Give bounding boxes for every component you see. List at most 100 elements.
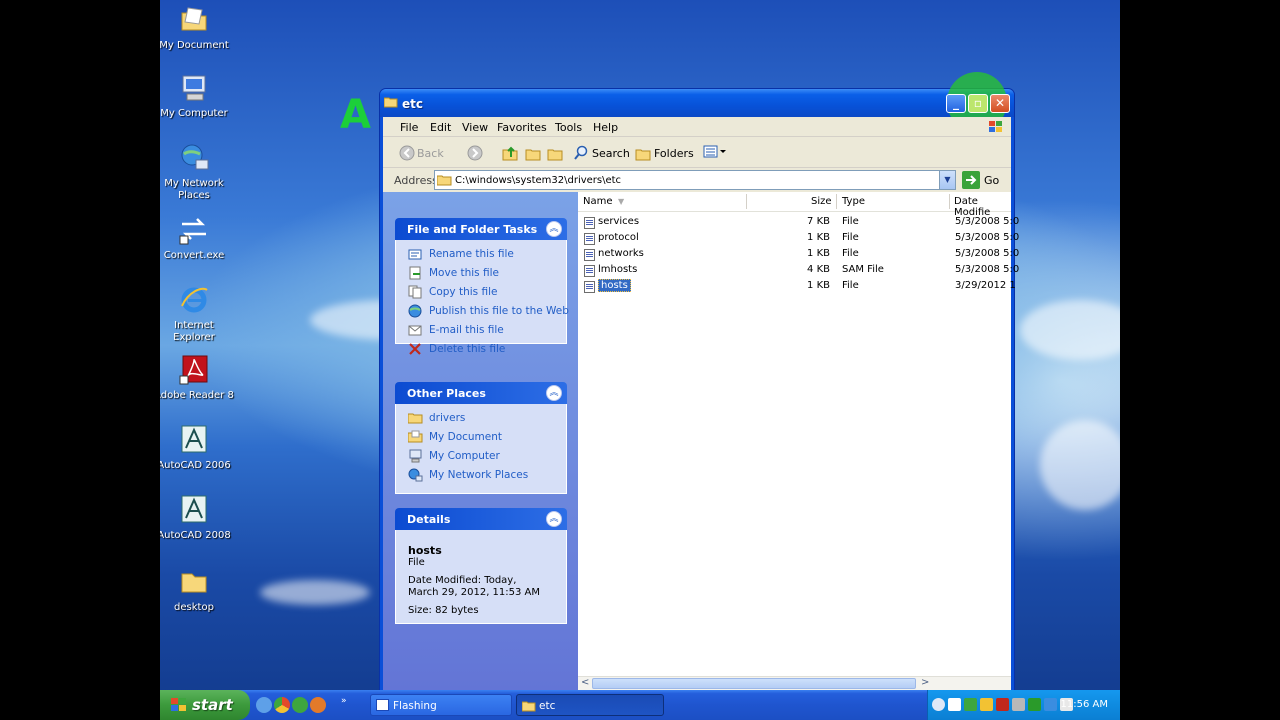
horizontal-scrollbar[interactable]: < > [578,676,1011,690]
desktop-icon-convert[interactable]: Convert.exe [160,214,234,262]
desktop-icon-autocad-2006[interactable]: AutoCAD 2006 [160,424,234,472]
maximize-button[interactable]: ▫ [968,94,988,113]
go-label: Go [984,174,1000,187]
menu-tools[interactable]: Tools [555,121,582,134]
task-label: Copy this file [429,286,498,298]
go-button[interactable]: Go [962,171,999,189]
place-network[interactable]: My Network Places [408,467,566,486]
task-rename[interactable]: Rename this file [408,246,566,265]
folders-button[interactable]: Folders [635,143,694,163]
quicklaunch-more-icon[interactable]: » [341,696,347,706]
file-row[interactable]: protocol 1 KB File 5/3/2008 5:0 [578,231,1019,247]
menu-view[interactable]: View [462,121,488,134]
menu-favorites[interactable]: Favorites [497,121,547,134]
menu-edit[interactable]: Edit [430,121,451,134]
tray-expand-icon[interactable] [932,698,945,711]
forward-button[interactable] [467,145,483,164]
file-row-selected[interactable]: hosts 1 KB File 3/29/2012 1 [578,279,1016,295]
place-drivers[interactable]: drivers [407,410,566,429]
collapse-chevron-icon[interactable]: ︽ [546,385,562,401]
file-list: Name ▼ Size Type Date Modifie services 7… [578,192,1019,690]
convert-arrows-icon [178,214,210,246]
task-copy[interactable]: Copy this file [408,284,566,303]
file-icon [584,249,595,261]
task-publish-web[interactable]: Publish this file to the Web [408,303,569,322]
minimize-button[interactable]: _ [946,94,966,113]
move-to-icon[interactable] [525,145,541,164]
scroll-right-icon[interactable]: > [921,677,929,688]
firefox-icon[interactable] [310,697,326,713]
menu-file[interactable]: File [400,121,418,134]
tray-play-icon[interactable] [1028,698,1041,711]
column-size[interactable]: Size [811,196,832,207]
back-arrow-icon [399,145,415,161]
collapse-chevron-icon[interactable]: ︽ [546,511,562,527]
details-date-modified: Date Modified: Today, March 29, 2012, 11… [408,575,541,598]
panel-header[interactable]: Details ︽ [395,508,567,530]
quicklaunch-show-desktop-icon[interactable] [256,697,272,713]
collapse-chevron-icon[interactable]: ︽ [546,221,562,237]
tray-antivirus-icon[interactable] [996,698,1009,711]
desktop-icon-desktop-folder[interactable]: desktop [160,566,234,614]
tray-shield-icon[interactable] [964,698,977,711]
taskbar-button-flashing[interactable]: Flashing [370,694,512,716]
desktop-icon-autocad-2008[interactable]: AutoCAD 2008 [160,494,234,542]
desktop-icon-my-computer[interactable]: My Computer [160,72,234,120]
email-icon [408,323,423,337]
task-email[interactable]: E-mail this file [408,322,566,341]
network-icon [178,142,210,174]
task-label: drivers [429,412,466,424]
views-button[interactable] [703,145,727,162]
menu-bar: File Edit View Favorites Tools Help [383,117,1011,137]
file-row[interactable]: lmhosts 4 KB SAM File 5/3/2008 5:0 [578,263,1019,279]
window-title: etc [402,97,423,111]
back-button[interactable]: Back [399,143,459,163]
scroll-left-icon[interactable]: < [581,677,589,688]
folder-icon [521,700,536,715]
tray-security-icon[interactable] [980,698,993,711]
desktop-icon-network-places[interactable]: My Network Places [160,142,234,202]
file-row[interactable]: networks 1 KB File 5/3/2008 5:0 [578,247,1019,263]
task-label: My Network Places [429,469,529,481]
desktop-icon-label: AutoCAD 2008 [160,530,231,541]
address-dropdown-icon[interactable]: ▼ [939,171,955,189]
column-type[interactable]: Type [842,196,865,207]
desktop-icon-my-document[interactable]: My Document [160,4,234,52]
panel-header[interactable]: Other Places ︽ [395,382,567,404]
tray-network-icon[interactable] [1012,698,1025,711]
desktop-icon-adobe-reader[interactable]: Adobe Reader 8 [160,354,234,402]
title-bar[interactable]: etc _ ▫ ✕ [380,72,1014,132]
tray-connection-icon[interactable] [1044,698,1057,711]
tray-document-icon[interactable] [948,698,961,711]
details-panel: Details ︽ hosts File Date Modified: Toda… [395,508,567,624]
desktop-icon-label: Internet Explorer [173,320,215,343]
start-button[interactable]: start [160,690,250,720]
search-button[interactable]: Search [573,143,630,163]
utorrent-icon[interactable] [292,697,308,713]
panel-title: Other Places [407,387,486,400]
file-type: SAM File [842,264,884,275]
file-name: services [598,216,640,227]
file-row[interactable]: services 7 KB File 5/3/2008 5:0 [578,215,1019,231]
menu-help[interactable]: Help [593,121,618,134]
task-move[interactable]: Move this file [408,265,566,284]
chrome-icon[interactable] [274,697,290,713]
scrollbar-thumb[interactable] [592,678,916,689]
place-my-computer[interactable]: My Computer [408,448,566,467]
copy-to-icon[interactable] [547,145,563,164]
address-bar: Address C:\windows\system32\drivers\etc … [383,169,1011,191]
desktop-icon-internet-explorer[interactable]: Internet Explorer [160,284,234,344]
close-button[interactable]: ✕ [990,94,1010,113]
taskbar-button-etc[interactable]: etc [516,694,664,716]
start-label: start [192,696,233,714]
file-type: File [842,248,859,259]
system-tray: 11:56 AM [927,690,1120,720]
folder-icon [178,566,210,598]
column-name[interactable]: Name [583,196,613,207]
panel-header[interactable]: File and Folder Tasks ︽ [395,218,567,240]
file-folder-tasks-panel: File and Folder Tasks ︽ Rename this file… [395,218,569,355]
task-delete[interactable]: Delete this file [408,341,566,360]
address-input[interactable]: C:\windows\system32\drivers\etc ▼ [434,170,956,190]
place-my-document[interactable]: My Document [407,429,566,448]
up-folder-icon[interactable] [502,145,518,164]
